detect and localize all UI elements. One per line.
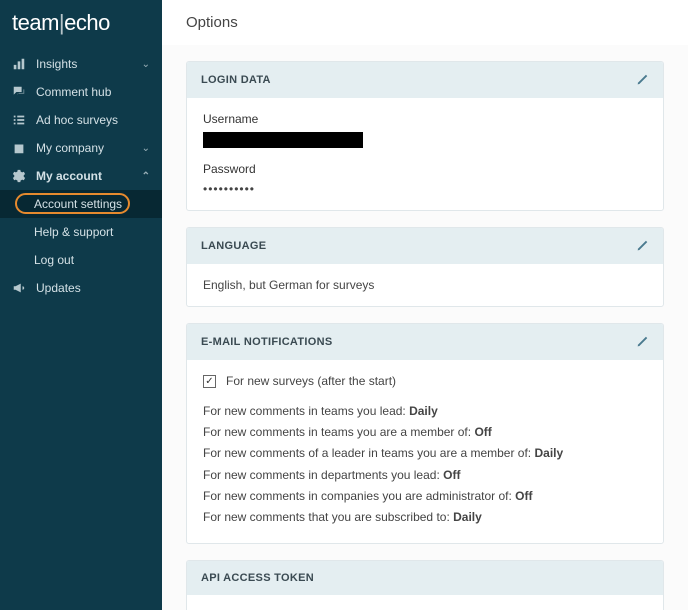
list-icon <box>12 113 26 127</box>
notification-text: For new comments of a leader in teams yo… <box>203 446 534 460</box>
notification-row: For new comments of a leader in teams yo… <box>203 444 647 463</box>
notification-rows: For new comments in teams you lead: Dail… <box>203 402 647 527</box>
sidebar-item-insights[interactable]: Insights ⌄ <box>0 50 162 78</box>
sidebar-item-my-account[interactable]: My account ⌃ <box>0 162 162 190</box>
notification-value: Off <box>515 489 532 503</box>
nav-label: My account <box>36 169 102 183</box>
password-value: •••••••••• <box>203 182 647 196</box>
page-title: Options <box>162 0 688 45</box>
survey-check-label: For new surveys (after the start) <box>226 374 396 388</box>
notification-row: For new comments in teams you lead: Dail… <box>203 402 647 421</box>
notification-row: For new comments in teams you are a memb… <box>203 423 647 442</box>
checkbox-icon[interactable]: ✓ <box>203 375 216 388</box>
gear-icon <box>12 169 26 183</box>
sidebar-item-adhoc-surveys[interactable]: Ad hoc surveys <box>0 106 162 134</box>
language-value: English, but German for surveys <box>203 278 374 292</box>
sidebar-item-account-settings[interactable]: Account settings <box>0 190 162 218</box>
notification-row: For new comments that you are subscribed… <box>203 508 647 527</box>
notification-value: Off <box>474 425 491 439</box>
edit-icon[interactable] <box>635 335 649 349</box>
survey-check-row: ✓ For new surveys (after the start) <box>203 374 647 388</box>
card-body: You do not have an active API token. Cre… <box>187 595 663 610</box>
notification-text: For new comments in teams you lead: <box>203 404 409 418</box>
nav-label: Insights <box>36 57 77 71</box>
notification-text: For new comments in departments you lead… <box>203 468 443 482</box>
username-value-redacted <box>203 132 363 148</box>
sidebar-item-updates[interactable]: Updates <box>0 274 162 302</box>
card-title: LOGIN DATA <box>201 74 271 86</box>
chevron-down-icon: ⌄ <box>142 143 150 154</box>
card-body: English, but German for surveys <box>187 264 663 306</box>
password-label: Password <box>203 162 647 176</box>
building-icon <box>12 141 26 155</box>
email-notifications-card: E-MAIL NOTIFICATIONS ✓ For new surveys (… <box>186 323 664 544</box>
nav-list: Insights ⌄ Comment hub Ad hoc surveys My… <box>0 50 162 302</box>
notification-value: Daily <box>453 510 482 524</box>
language-card: LANGUAGE English, but German for surveys <box>186 227 664 307</box>
card-header: LOGIN DATA <box>187 62 663 98</box>
sidebar: team|echo Insights ⌄ Comment hub Ad hoc … <box>0 0 162 610</box>
sidebar-item-log-out[interactable]: Log out <box>0 246 162 274</box>
nav-label: Account settings <box>34 197 122 211</box>
card-header: E-MAIL NOTIFICATIONS <box>187 324 663 360</box>
edit-icon[interactable] <box>635 239 649 253</box>
card-body: ✓ For new surveys (after the start) For … <box>187 360 663 543</box>
card-header: LANGUAGE <box>187 228 663 264</box>
nav-label: Ad hoc surveys <box>36 113 118 127</box>
notification-text: For new comments that you are subscribed… <box>203 510 453 524</box>
card-title: LANGUAGE <box>201 240 266 252</box>
notification-value: Off <box>443 468 460 482</box>
nav-label: Log out <box>34 253 74 267</box>
chevron-down-icon: ⌄ <box>142 59 150 70</box>
nav-label: My company <box>36 141 104 155</box>
notification-row: For new comments in departments you lead… <box>203 466 647 485</box>
chevron-up-icon: ⌃ <box>142 171 150 182</box>
sidebar-item-my-company[interactable]: My company ⌄ <box>0 134 162 162</box>
main-content: Options LOGIN DATA Username Password •••… <box>162 0 688 610</box>
card-body: Username Password •••••••••• <box>187 98 663 210</box>
content-area: LOGIN DATA Username Password •••••••••• … <box>162 45 688 610</box>
card-title: API ACCESS TOKEN <box>201 572 314 584</box>
card-header: API ACCESS TOKEN <box>187 561 663 595</box>
login-data-card: LOGIN DATA Username Password •••••••••• <box>186 61 664 211</box>
notification-text: For new comments in companies you are ad… <box>203 489 515 503</box>
card-title: E-MAIL NOTIFICATIONS <box>201 336 332 348</box>
notification-row: For new comments in companies you are ad… <box>203 487 647 506</box>
megaphone-icon <box>12 281 26 295</box>
notification-text: For new comments in teams you are a memb… <box>203 425 474 439</box>
comments-icon <box>12 85 26 99</box>
sidebar-item-comment-hub[interactable]: Comment hub <box>0 78 162 106</box>
username-label: Username <box>203 112 647 126</box>
chart-icon <box>12 57 26 71</box>
nav-label: Help & support <box>34 225 113 239</box>
api-token-card: API ACCESS TOKEN You do not have an acti… <box>186 560 664 610</box>
notification-value: Daily <box>409 404 438 418</box>
sidebar-item-help-support[interactable]: Help & support <box>0 218 162 246</box>
brand-logo: team|echo <box>0 0 162 50</box>
edit-icon[interactable] <box>635 73 649 87</box>
nav-label: Comment hub <box>36 85 111 99</box>
nav-label: Updates <box>36 281 81 295</box>
notification-value: Daily <box>534 446 563 460</box>
